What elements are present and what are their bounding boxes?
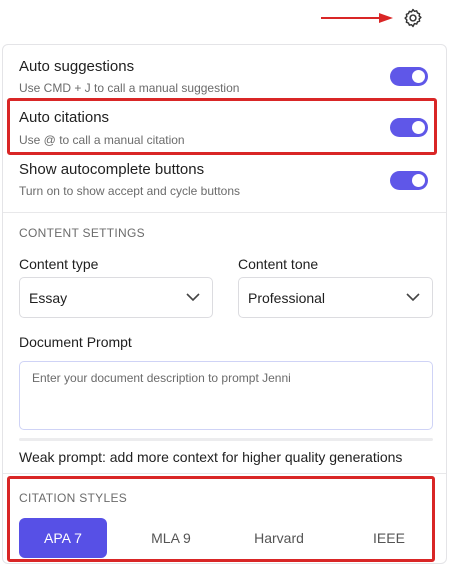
gear-icon[interactable] <box>402 7 424 29</box>
chevron-down-icon <box>186 293 200 302</box>
content-type-select[interactable]: Essay <box>19 277 213 318</box>
toggle-knob <box>412 121 425 134</box>
autocomplete-buttons-toggle[interactable] <box>390 171 428 190</box>
autocomplete-buttons-row: Show autocomplete buttons Turn on to sho… <box>3 149 446 211</box>
citation-style-harvard[interactable]: Harvard <box>235 518 323 558</box>
citation-style-mla9[interactable]: MLA 9 <box>127 518 215 558</box>
content-type-label: Content type <box>19 256 99 272</box>
toggle-knob <box>412 174 425 187</box>
weak-prompt-message: Weak prompt: add more context for higher… <box>19 449 403 465</box>
auto-citations-subtitle: Use @ to call a manual citation <box>19 133 185 147</box>
auto-citations-toggle[interactable] <box>390 118 428 137</box>
content-tone-label: Content tone <box>238 256 319 272</box>
prompt-strength-bar <box>19 438 433 441</box>
content-type-value: Essay <box>29 290 68 306</box>
auto-suggestions-row: Auto suggestions Use CMD + J to call a m… <box>3 45 446 97</box>
content-tone-select[interactable]: Professional <box>238 277 433 318</box>
content-settings-heading: CONTENT SETTINGS <box>19 226 145 240</box>
auto-citations-row: Auto citations Use @ to call a manual ci… <box>3 97 446 149</box>
toggle-knob <box>412 70 425 83</box>
auto-suggestions-toggle[interactable] <box>390 67 428 86</box>
autocomplete-buttons-subtitle: Turn on to show accept and cycle buttons <box>19 184 241 198</box>
document-prompt-input[interactable]: Enter your document description to promp… <box>19 361 433 430</box>
annotation-arrow <box>321 13 393 23</box>
content-tone-value: Professional <box>248 290 326 306</box>
citation-styles-heading: CITATION STYLES <box>19 491 128 505</box>
divider <box>3 212 446 213</box>
citation-style-ieee[interactable]: IEEE <box>345 518 433 558</box>
settings-panel: Auto suggestions Use CMD + J to call a m… <box>2 44 447 564</box>
auto-citations-title: Auto citations <box>19 109 110 126</box>
divider <box>3 473 446 474</box>
auto-suggestions-title: Auto suggestions <box>19 58 135 75</box>
auto-suggestions-subtitle: Use CMD + J to call a manual suggestion <box>19 81 240 95</box>
chevron-down-icon <box>406 293 420 302</box>
citation-style-group: APA 7 MLA 9 Harvard IEEE <box>19 518 433 558</box>
document-prompt-label: Document Prompt <box>19 334 132 350</box>
top-bar <box>0 0 450 44</box>
autocomplete-buttons-title: Show autocomplete buttons <box>19 161 205 178</box>
citation-style-apa7[interactable]: APA 7 <box>19 518 107 558</box>
document-prompt-placeholder: Enter your document description to promp… <box>32 371 291 385</box>
